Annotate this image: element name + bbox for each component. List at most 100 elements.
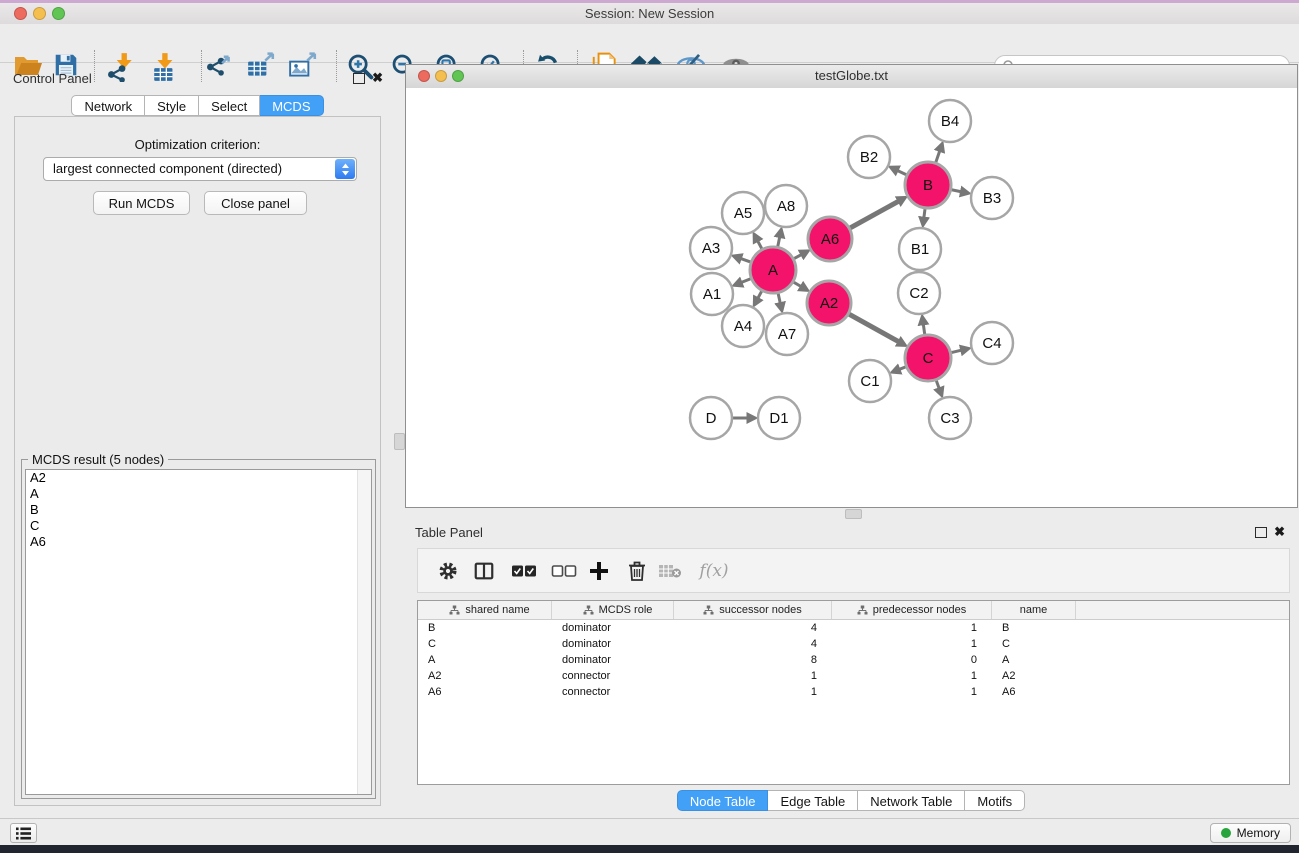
column-header-name[interactable]: name xyxy=(992,601,1076,619)
graph-node-B4[interactable]: B4 xyxy=(929,100,971,142)
graph-edge-B-B4[interactable] xyxy=(936,151,940,162)
table-cell[interactable]: dominator xyxy=(552,622,674,634)
run-mcds-button[interactable]: Run MCDS xyxy=(93,191,190,215)
table-cell[interactable]: B xyxy=(992,622,1076,634)
graph-node-D[interactable]: D xyxy=(690,397,732,439)
panel-divider-grip[interactable] xyxy=(394,433,405,450)
mcds-result-item[interactable]: C xyxy=(26,518,371,534)
graph-node-D1[interactable]: D1 xyxy=(758,397,800,439)
graph-edge-B-B1[interactable] xyxy=(924,209,925,217)
graph-edge-B-B3[interactable] xyxy=(952,190,961,192)
table-cell[interactable]: 1 xyxy=(674,670,832,682)
column-header-predecessor-nodes[interactable]: predecessor nodes xyxy=(832,601,992,619)
criterion-dropdown[interactable]: largest connected component (directed) xyxy=(43,157,357,181)
zoom-window-button[interactable] xyxy=(52,7,65,20)
table-cell[interactable]: dominator xyxy=(552,638,674,650)
graph-node-C2[interactable]: C2 xyxy=(898,272,940,314)
network-graph[interactable]: B4B2BB3A8A5A6A3B1AA1C2A2A4A7C4CC1C3DD1 xyxy=(406,88,1297,507)
column-header-shared-name[interactable]: shared name xyxy=(418,601,552,619)
graph-node-A7[interactable]: A7 xyxy=(766,313,808,355)
table-cell[interactable]: C xyxy=(418,638,552,650)
graph-edge-A2-C[interactable] xyxy=(849,314,898,341)
graph-edge-B-B2[interactable] xyxy=(898,171,906,175)
task-history-button[interactable] xyxy=(10,823,37,843)
tab-motifs[interactable]: Motifs xyxy=(965,790,1025,811)
select-all-columns-button[interactable] xyxy=(511,564,537,577)
graph-node-C1[interactable]: C1 xyxy=(849,360,891,402)
graph-node-A4[interactable]: A4 xyxy=(722,305,764,347)
table-cell[interactable]: A xyxy=(992,654,1076,666)
delete-column-button[interactable] xyxy=(627,560,647,582)
table-cell[interactable]: A6 xyxy=(418,686,552,698)
graph-edge-C-C2[interactable] xyxy=(923,325,924,335)
scrollbar-track[interactable] xyxy=(357,470,371,794)
graph-edge-A-A1[interactable] xyxy=(742,279,751,282)
table-cell[interactable]: 1 xyxy=(832,622,992,634)
minimize-window-button[interactable] xyxy=(33,7,46,20)
close-window-button[interactable] xyxy=(14,7,27,20)
deselect-all-columns-button[interactable] xyxy=(551,564,577,577)
table-row[interactable]: A6connector11A6 xyxy=(418,684,1289,700)
table-cell[interactable]: 1 xyxy=(832,638,992,650)
table-cell[interactable]: C xyxy=(992,638,1076,650)
graph-node-C[interactable]: C xyxy=(905,335,951,381)
close-window-button[interactable] xyxy=(418,70,430,82)
mcds-result-item[interactable]: A2 xyxy=(26,470,371,486)
table-cell[interactable]: A6 xyxy=(992,686,1076,698)
tab-mcds[interactable]: MCDS xyxy=(260,95,323,116)
float-panel-icon[interactable] xyxy=(353,73,365,84)
graph-node-A6[interactable]: A6 xyxy=(808,217,852,261)
column-header-successor-nodes[interactable]: successor nodes xyxy=(674,601,832,619)
tab-style[interactable]: Style xyxy=(145,95,199,116)
graph-node-A[interactable]: A xyxy=(750,247,796,293)
add-column-button[interactable] xyxy=(589,561,609,581)
delete-table-button[interactable] xyxy=(658,563,682,579)
tab-network-table[interactable]: Network Table xyxy=(858,790,965,811)
network-canvas[interactable]: B4B2BB3A8A5A6A3B1AA1C2A2A4A7C4CC1C3DD1 xyxy=(406,88,1297,507)
tab-network[interactable]: Network xyxy=(71,95,145,116)
close-panel-button[interactable]: Close panel xyxy=(204,191,307,215)
graph-edge-C-C4[interactable] xyxy=(951,350,960,352)
zoom-window-button[interactable] xyxy=(452,70,464,82)
graph-edge-A6-B[interactable] xyxy=(850,201,898,227)
table-cell[interactable]: B xyxy=(418,622,552,634)
tab-node-table[interactable]: Node Table xyxy=(677,790,769,811)
table-cell[interactable]: dominator xyxy=(552,654,674,666)
close-panel-icon[interactable]: ✖ xyxy=(372,71,383,85)
table-cell[interactable]: A xyxy=(418,654,552,666)
close-panel-icon[interactable]: ✖ xyxy=(1274,525,1285,539)
mcds-result-item[interactable]: A xyxy=(26,486,371,502)
memory-button[interactable]: Memory xyxy=(1210,823,1291,843)
float-panel-icon[interactable] xyxy=(1255,527,1267,538)
graph-edge-A-A4[interactable] xyxy=(758,291,762,298)
graph-edge-C-C1[interactable] xyxy=(900,367,906,369)
table-cell[interactable]: 0 xyxy=(832,654,992,666)
table-settings-button[interactable] xyxy=(437,560,459,582)
tab-select[interactable]: Select xyxy=(199,95,260,116)
table-cell[interactable]: connector xyxy=(552,670,674,682)
graph-edge-A-A7[interactable] xyxy=(778,293,780,302)
graph-node-A1[interactable]: A1 xyxy=(691,273,733,315)
table-cell[interactable]: 1 xyxy=(832,686,992,698)
table-row[interactable]: Adominator80A xyxy=(418,652,1289,668)
graph-node-B3[interactable]: B3 xyxy=(971,177,1013,219)
graph-node-A5[interactable]: A5 xyxy=(722,192,764,234)
graph-node-C3[interactable]: C3 xyxy=(929,397,971,439)
graph-node-C4[interactable]: C4 xyxy=(971,322,1013,364)
network-window-titlebar[interactable]: testGlobe.txt xyxy=(406,65,1297,89)
mcds-result-item[interactable]: B xyxy=(26,502,371,518)
tab-edge-table[interactable]: Edge Table xyxy=(768,790,858,811)
table-row[interactable]: A2connector11A2 xyxy=(418,668,1289,684)
table-cell[interactable]: connector xyxy=(552,686,674,698)
table-cell[interactable]: A2 xyxy=(418,670,552,682)
table-cell[interactable]: 8 xyxy=(674,654,832,666)
mcds-result-list[interactable]: A2ABCA6 xyxy=(25,469,372,795)
table-cell[interactable]: A2 xyxy=(992,670,1076,682)
table-row[interactable]: Cdominator41C xyxy=(418,636,1289,652)
graph-node-B1[interactable]: B1 xyxy=(899,228,941,270)
graph-node-B2[interactable]: B2 xyxy=(848,136,890,178)
table-cell[interactable]: 1 xyxy=(674,686,832,698)
graph-edge-A-A5[interactable] xyxy=(758,241,762,248)
show-columns-button[interactable] xyxy=(473,560,495,582)
minimize-window-button[interactable] xyxy=(435,70,447,82)
